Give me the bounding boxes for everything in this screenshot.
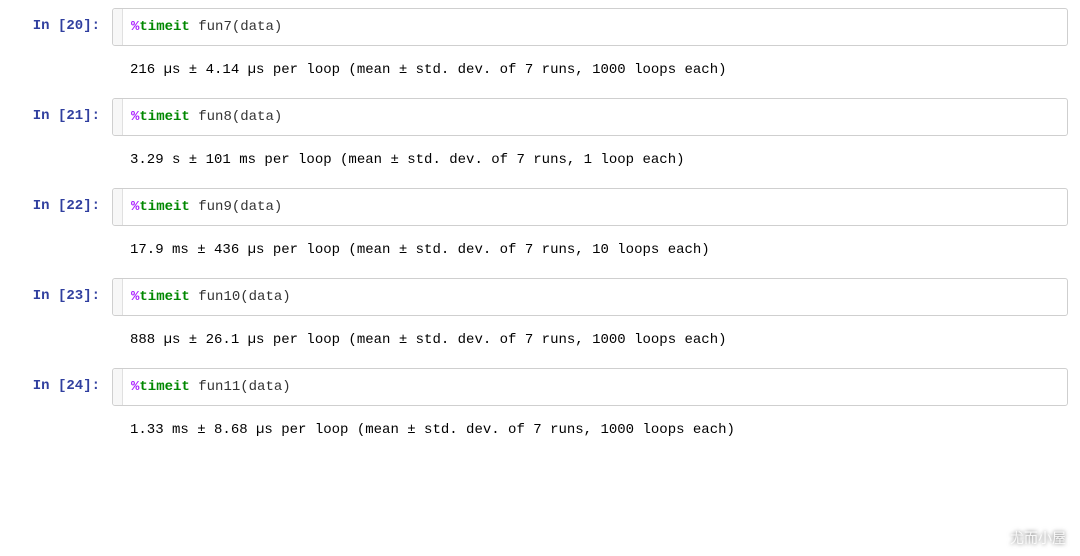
magic-command: timeit [139, 379, 189, 395]
code-content[interactable]: %timeit fun10(data) [123, 279, 1067, 315]
watermark: 尤而小屋 [986, 528, 1066, 548]
output-text: 3.29 s ± 101 ms per loop (mean ± std. de… [112, 140, 1068, 172]
magic-command: timeit [139, 109, 189, 125]
output-row: 3.29 s ± 101 ms per loop (mean ± std. de… [12, 140, 1068, 172]
output-prompt [12, 50, 112, 82]
output-prompt [12, 410, 112, 442]
code-content[interactable]: %timeit fun8(data) [123, 99, 1067, 135]
code-input-area[interactable]: %timeit fun8(data) [112, 98, 1068, 136]
watermark-text: 尤而小屋 [1010, 528, 1066, 548]
function-arg: data [249, 379, 283, 395]
output-row: 1.33 ms ± 8.68 µs per loop (mean ± std. … [12, 410, 1068, 442]
code-content[interactable]: %timeit fun7(data) [123, 9, 1067, 45]
output-text: 888 µs ± 26.1 µs per loop (mean ± std. d… [112, 320, 1068, 352]
output-prompt [12, 140, 112, 172]
in-prompt-label: In [21]: [33, 108, 100, 124]
code-content[interactable]: %timeit fun9(data) [123, 189, 1067, 225]
function-name: fun11 [198, 379, 240, 395]
in-prompt-label: In [23]: [33, 288, 100, 304]
magic-command: timeit [139, 289, 189, 305]
in-prompt: In [21]: [12, 98, 112, 136]
function-name: fun10 [198, 289, 240, 305]
function-name: fun7 [198, 19, 232, 35]
output-row: 216 µs ± 4.14 µs per loop (mean ± std. d… [12, 50, 1068, 82]
gutter [113, 279, 123, 315]
wechat-icon [986, 529, 1004, 547]
output-row: 17.9 ms ± 436 µs per loop (mean ± std. d… [12, 230, 1068, 262]
code-content[interactable]: %timeit fun11(data) [123, 369, 1067, 405]
gutter [113, 189, 123, 225]
function-arg: data [240, 19, 274, 35]
magic-command: timeit [139, 199, 189, 215]
gutter [113, 99, 123, 135]
code-input-area[interactable]: %timeit fun10(data) [112, 278, 1068, 316]
in-prompt: In [24]: [12, 368, 112, 406]
in-prompt-label: In [20]: [33, 18, 100, 34]
in-prompt: In [20]: [12, 8, 112, 46]
in-prompt-label: In [22]: [33, 198, 100, 214]
code-input-area[interactable]: %timeit fun7(data) [112, 8, 1068, 46]
magic-command: timeit [139, 19, 189, 35]
code-input-area[interactable]: %timeit fun9(data) [112, 188, 1068, 226]
code-cell: In [20]: %timeit fun7(data) [12, 8, 1068, 46]
function-name: fun8 [198, 109, 232, 125]
output-row: 888 µs ± 26.1 µs per loop (mean ± std. d… [12, 320, 1068, 352]
in-prompt-label: In [24]: [33, 378, 100, 394]
output-text: 216 µs ± 4.14 µs per loop (mean ± std. d… [112, 50, 1068, 82]
in-prompt: In [22]: [12, 188, 112, 226]
code-cell: In [23]: %timeit fun10(data) [12, 278, 1068, 316]
output-text: 1.33 ms ± 8.68 µs per loop (mean ± std. … [112, 410, 1068, 442]
code-cell: In [21]: %timeit fun8(data) [12, 98, 1068, 136]
gutter [113, 369, 123, 405]
code-input-area[interactable]: %timeit fun11(data) [112, 368, 1068, 406]
code-cell: In [22]: %timeit fun9(data) [12, 188, 1068, 226]
function-name: fun9 [198, 199, 232, 215]
function-arg: data [240, 109, 274, 125]
notebook-cells: In [20]: %timeit fun7(data) 216 µs ± 4.1… [12, 8, 1068, 442]
output-text: 17.9 ms ± 436 µs per loop (mean ± std. d… [112, 230, 1068, 262]
in-prompt: In [23]: [12, 278, 112, 316]
function-arg: data [240, 199, 274, 215]
gutter [113, 9, 123, 45]
output-prompt [12, 230, 112, 262]
output-prompt [12, 320, 112, 352]
code-cell: In [24]: %timeit fun11(data) [12, 368, 1068, 406]
function-arg: data [249, 289, 283, 305]
